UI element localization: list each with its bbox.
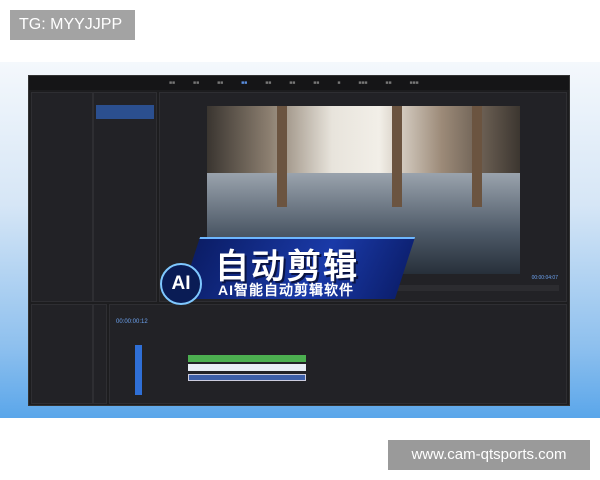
workspace-tab[interactable]: ■■ [265, 80, 271, 86]
workspace-tab[interactable]: ■■ [193, 80, 199, 86]
clip-green[interactable] [188, 355, 306, 362]
ai-badge: AI [160, 263, 202, 305]
workspace-tab-active[interactable]: ■■ [241, 80, 247, 86]
ai-overlay-banner: AI 自动剪辑 AI智能自动剪辑软件 [160, 233, 416, 305]
timeline-timecode: 00:00:00:12 [116, 319, 148, 325]
workspace-tab[interactable]: ■■■ [358, 80, 367, 86]
media-browser-panel [31, 304, 93, 404]
overlay-subtitle: AI智能自动剪辑软件 [218, 282, 354, 298]
selected-item[interactable] [96, 105, 154, 119]
workspace-tab[interactable]: ■■ [217, 80, 223, 86]
clip-blue[interactable] [188, 374, 306, 381]
effect-controls-panel [31, 92, 93, 302]
workspace-tab[interactable]: ■■ [385, 80, 391, 86]
workspace-bar: ■■ ■■ ■■ ■■ ■■ ■■ ■■ ■ ■■■ ■■ ■■■ [29, 76, 569, 90]
workspace-tab[interactable]: ■ [337, 80, 340, 86]
track-targets[interactable] [135, 345, 142, 395]
clip-white[interactable] [188, 364, 306, 371]
timeline-panel: 00:00:00:12 [109, 304, 567, 404]
workspace-tab[interactable]: ■■ [289, 80, 295, 86]
workspace-tab[interactable]: ■■■ [409, 80, 418, 86]
watermark-bottom: www.cam-qtsports.com [388, 440, 590, 470]
watermark-top: TG: MYYJJPP [10, 10, 135, 40]
program-timecode: 00:00:04:07 [531, 275, 558, 281]
workspace-tab[interactable]: ■■ [313, 80, 319, 86]
project-panel [93, 92, 157, 302]
tools-panel [93, 304, 107, 404]
workspace-tab[interactable]: ■■ [169, 80, 175, 86]
